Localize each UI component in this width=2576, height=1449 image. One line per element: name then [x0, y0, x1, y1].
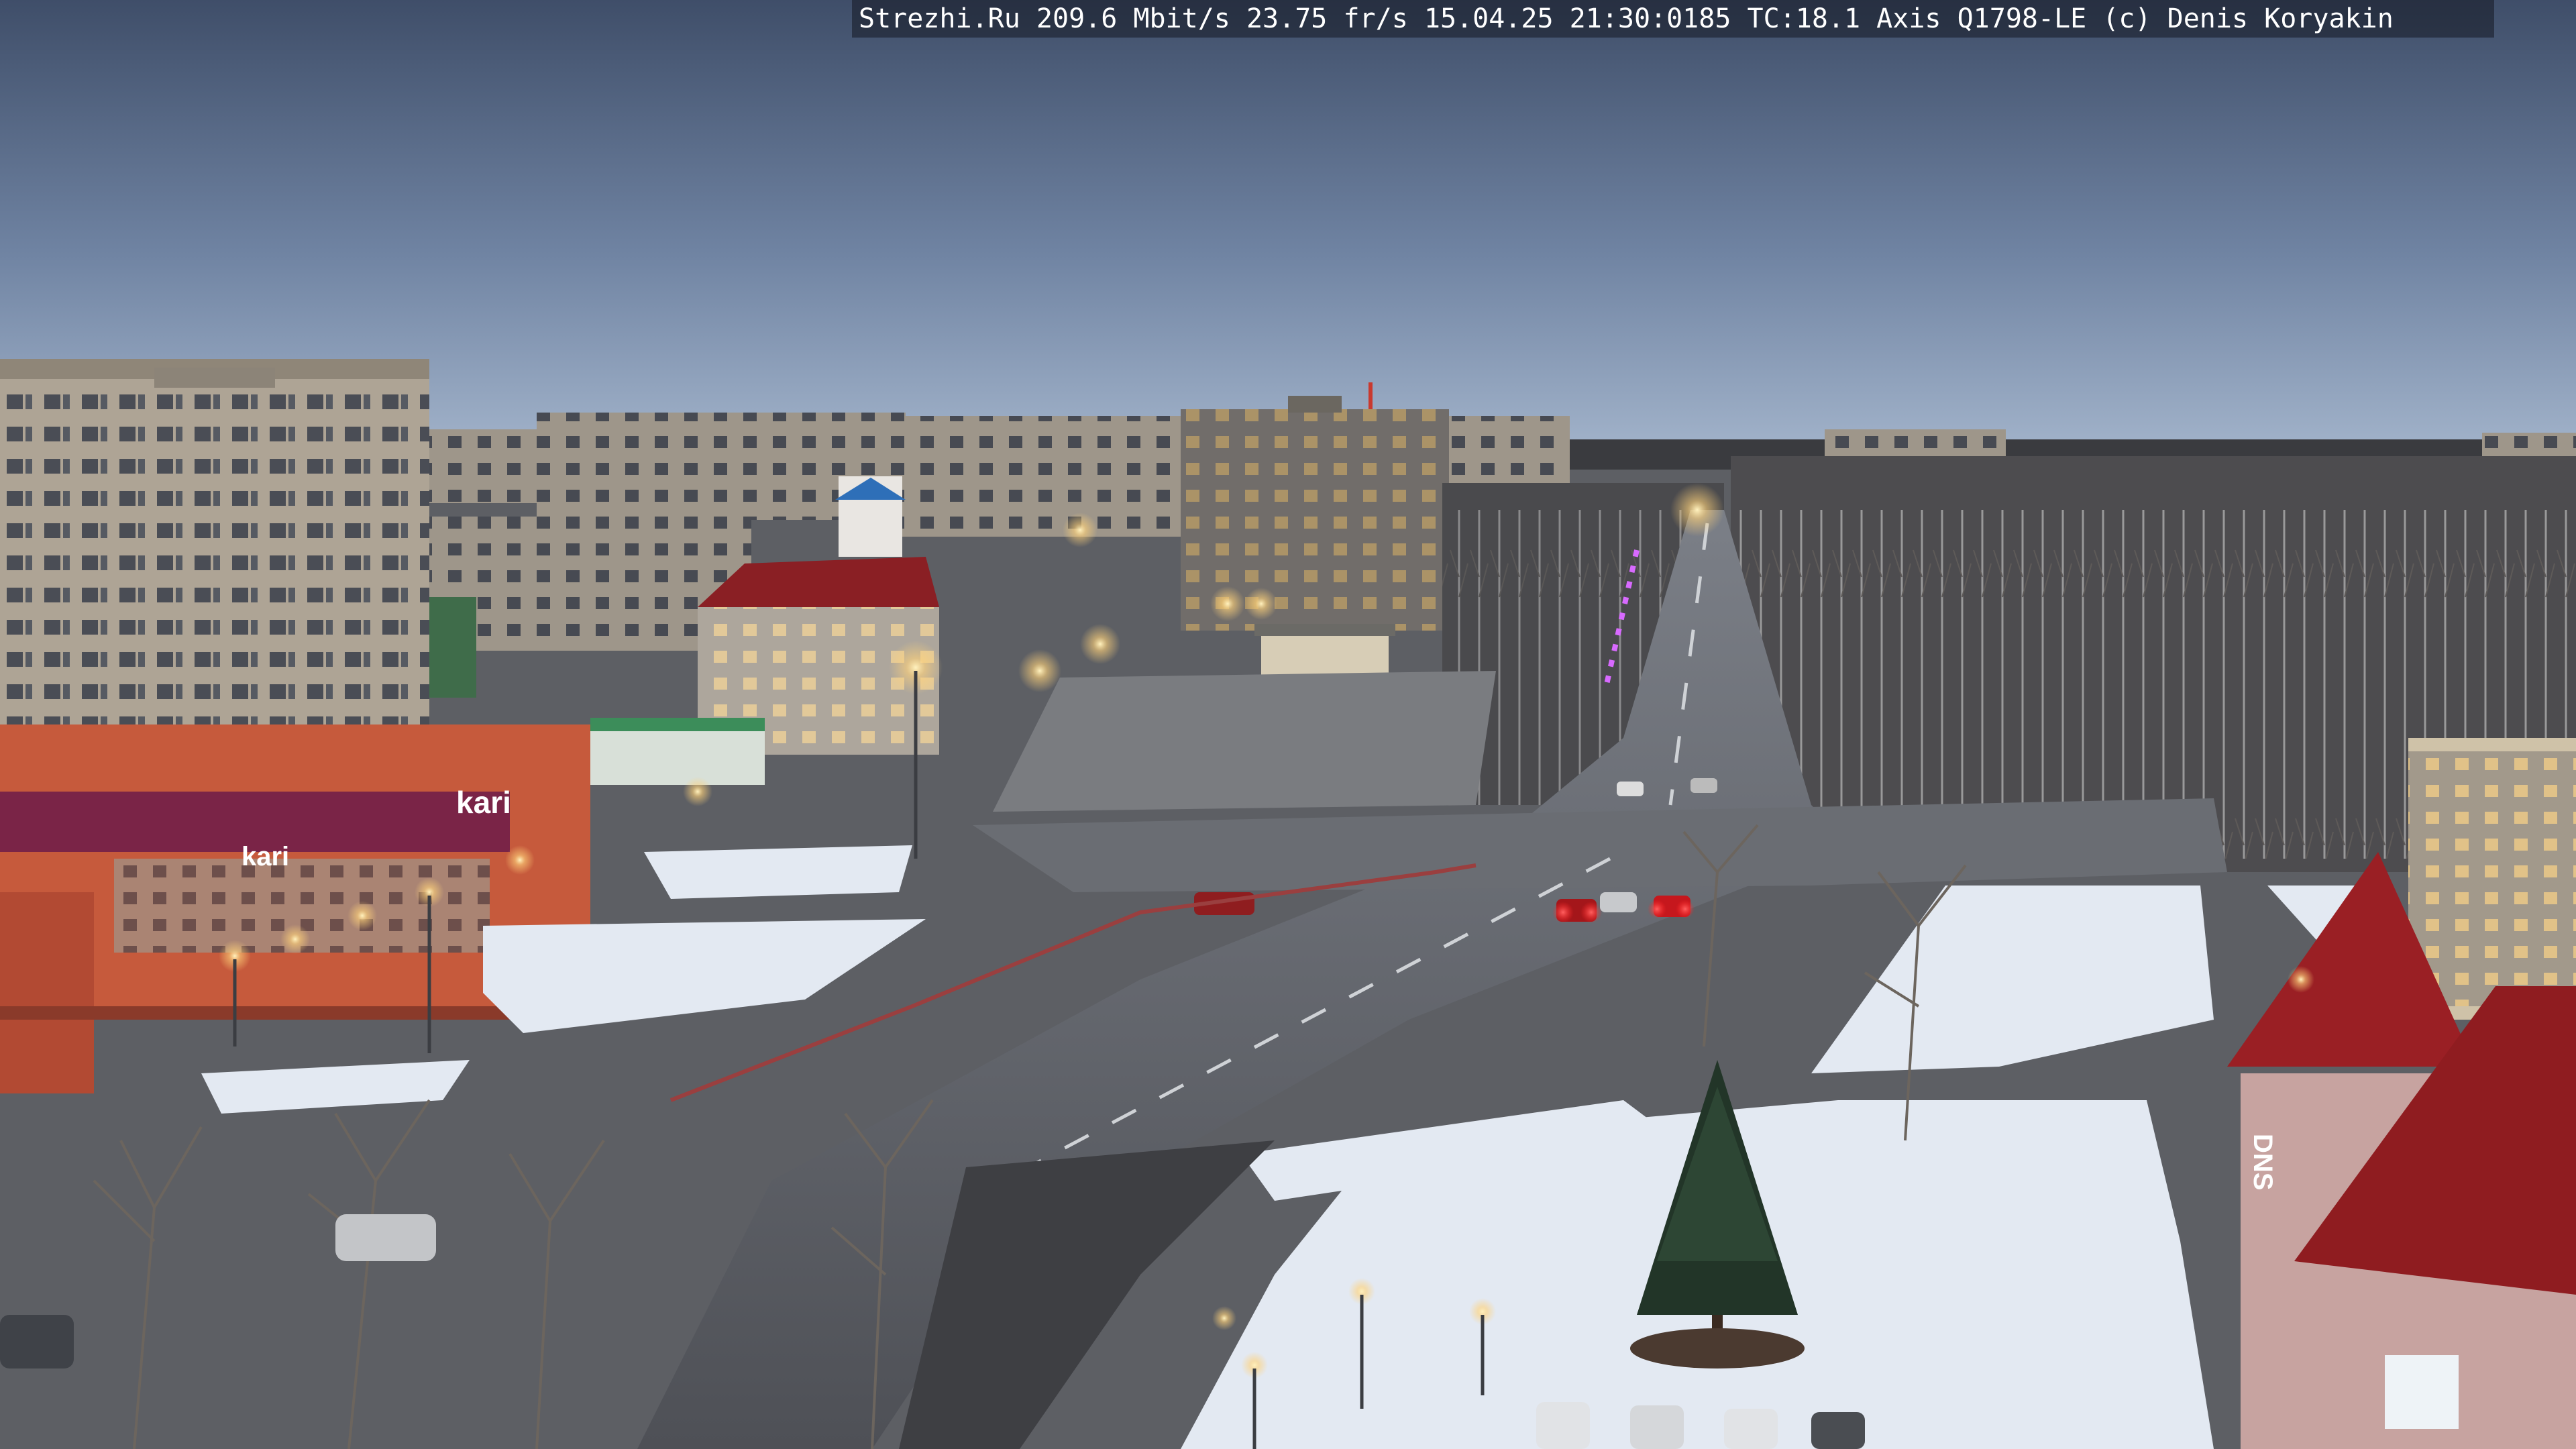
kari-sign-lower: kari	[241, 842, 289, 871]
camera-info-overlay: Strezhi.Ru 209.6 Mbit/s 23.75 fr/s 15.04…	[852, 0, 2494, 38]
central-plaza	[993, 671, 1496, 812]
kiosk-roof	[1254, 624, 1395, 636]
dns-sign: DNS	[2248, 1134, 2277, 1190]
kari-sign-upper: kari	[456, 785, 511, 820]
city-scene: kari kari DNS	[0, 0, 2576, 1449]
left-apartment-block	[0, 359, 429, 788]
